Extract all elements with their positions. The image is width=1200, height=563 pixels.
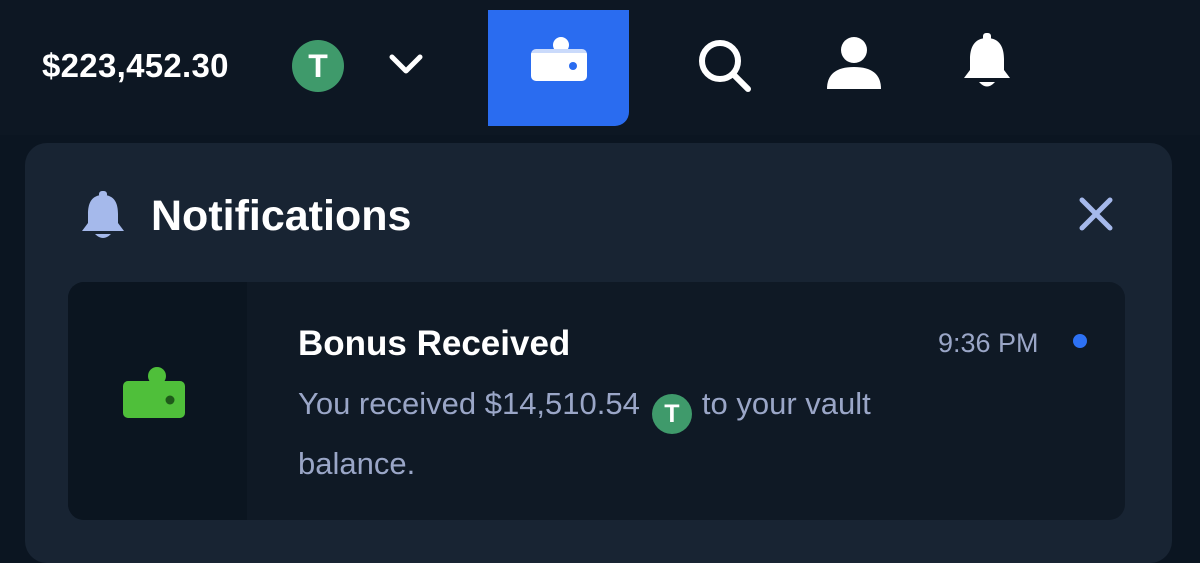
message-text-before: You received $14,510.54 [298,386,640,421]
notification-time: 9:36 PM [938,328,1039,358]
bell-icon[interactable] [960,33,1014,91]
notification-message-line2: balance. [298,446,416,481]
balance-amount[interactable]: $223,452.30 [42,44,229,88]
close-icon[interactable] [1078,196,1114,232]
chevron-down-icon[interactable] [386,50,426,78]
notification-title: Bonus Received [298,324,571,363]
panel-title: Notifications [151,192,412,240]
currency-token-icon[interactable]: T [292,40,344,92]
currency-token-symbol: T [664,400,680,428]
search-icon[interactable] [696,37,754,95]
bell-icon [82,191,124,238]
wallet-icon [531,37,587,81]
user-icon[interactable] [825,35,883,91]
wallet-tab-button[interactable] [488,10,629,126]
message-text-after: to your vault [701,386,871,421]
wallet-icon [123,367,185,418]
unread-indicator [1073,334,1087,348]
notification-message: You received $14,510.54 Tto your vault [298,384,871,434]
currency-token-icon: T [651,394,692,434]
notification-icon-area [68,282,247,520]
currency-token-symbol: T [308,47,328,84]
